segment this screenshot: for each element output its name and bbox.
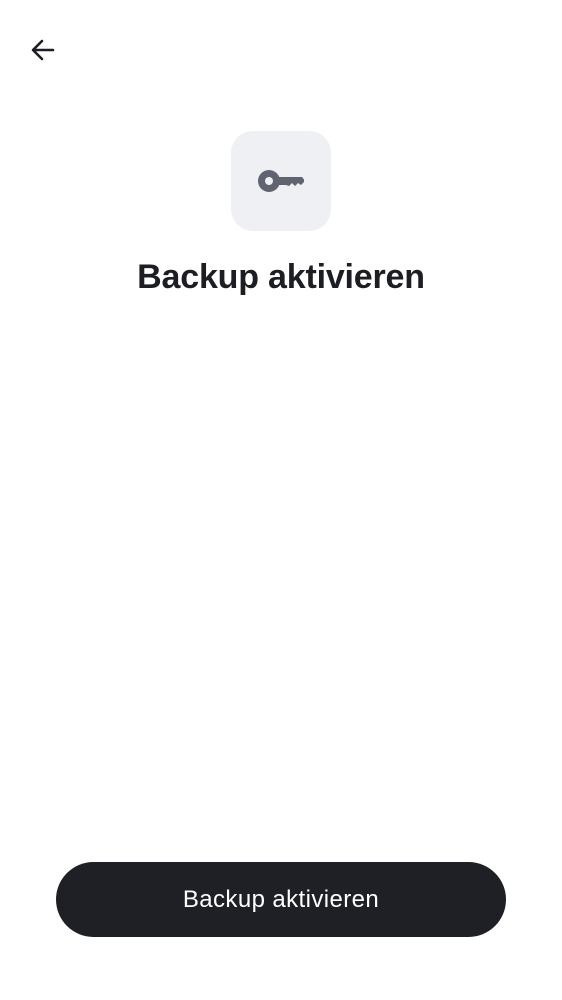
back-button[interactable] [22, 29, 64, 71]
key-icon [258, 170, 304, 192]
arrow-left-icon [31, 39, 55, 61]
activate-backup-button[interactable]: Backup aktivieren [56, 862, 506, 937]
key-icon-tile [231, 131, 331, 231]
page-title: Backup aktivieren [137, 258, 425, 296]
